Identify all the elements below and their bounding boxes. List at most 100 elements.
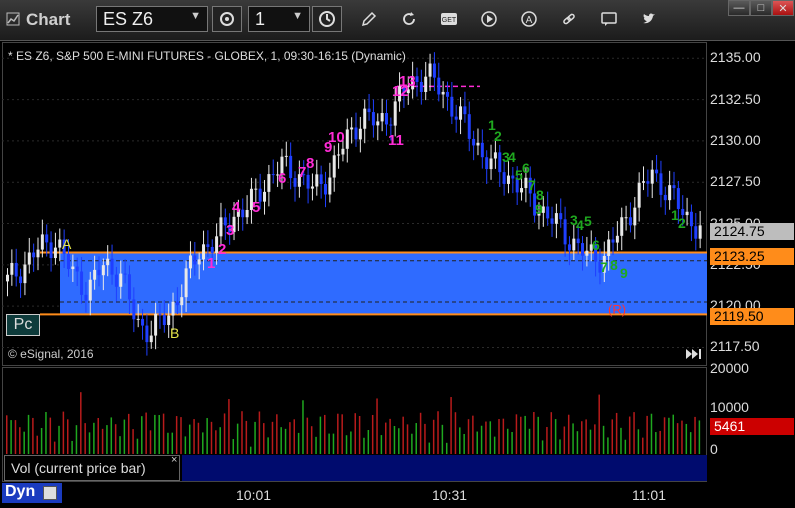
volume-bar — [524, 415, 526, 454]
candle-body — [136, 318, 140, 320]
minimize-button[interactable]: — — [728, 0, 750, 16]
volume-bar — [506, 428, 509, 454]
volume-bar — [602, 425, 605, 454]
price-tick: 2135.00 — [710, 49, 761, 66]
volume-bar — [450, 397, 452, 454]
candle-body — [188, 255, 192, 269]
volume-bar — [119, 436, 121, 454]
volume-bar — [10, 420, 12, 454]
volume-bar — [585, 419, 587, 454]
candle-body — [642, 181, 646, 183]
pencil-draw-icon[interactable] — [360, 10, 378, 28]
volume-bar — [232, 439, 235, 454]
volume-bar — [554, 419, 557, 454]
pc-level-label[interactable]: Pc — [6, 314, 40, 336]
volume-bar — [380, 435, 383, 454]
price-tick: 2132.50 — [710, 90, 761, 107]
svg-text:GET: GET — [442, 17, 457, 24]
volume-bar — [341, 414, 343, 454]
candle-body — [371, 112, 375, 126]
volume-bar — [332, 433, 335, 454]
interval-select[interactable]: 1 ▼ — [248, 6, 310, 32]
time-tick: 11:01 — [632, 487, 666, 503]
candle-body — [358, 128, 362, 140]
time-axis[interactable] — [0, 482, 795, 508]
chart-info-title: * ES Z6, S&P 500 E-MINI FUTURES - GLOBEX… — [8, 49, 406, 63]
volume-bar — [411, 433, 413, 454]
volume-bar — [49, 417, 52, 454]
candle-body — [14, 262, 18, 277]
volume-bar — [202, 432, 204, 454]
volume-bar — [633, 412, 635, 454]
candle-body — [75, 266, 79, 272]
candle-body — [668, 185, 672, 201]
candle-body — [36, 249, 40, 258]
volume-legend[interactable]: Vol (current price bar) — [4, 455, 180, 481]
candle-body — [585, 250, 589, 256]
volume-bar — [245, 420, 248, 454]
volume-bar — [284, 428, 287, 454]
volume-bar — [289, 422, 291, 454]
alert-icon[interactable]: A — [520, 10, 538, 28]
vol-tick-10000: 10000 — [710, 399, 749, 415]
candle-body — [384, 113, 388, 125]
volume-bar — [689, 432, 692, 454]
volume-bar — [127, 413, 130, 454]
volume-bar — [607, 437, 609, 454]
lock-icon[interactable] — [43, 486, 57, 500]
volume-bar — [663, 417, 666, 454]
interval-value: 1 — [255, 9, 266, 29]
candle-body — [40, 234, 44, 250]
candle-body — [271, 174, 275, 176]
setup-count-green: 9 — [535, 201, 543, 217]
refresh-icon[interactable] — [400, 10, 418, 28]
twitter-icon[interactable] — [640, 10, 658, 28]
settings-button[interactable] — [212, 6, 242, 32]
volume-bar — [624, 439, 627, 454]
volume-bar — [367, 429, 370, 454]
volume-bar — [502, 418, 505, 454]
link-icon[interactable] — [560, 10, 578, 28]
candle-body — [341, 148, 345, 155]
candle-body — [132, 299, 136, 320]
candle-body — [110, 258, 114, 275]
setup-count-green: 2 — [678, 215, 686, 231]
play-icon[interactable] — [480, 10, 498, 28]
volume-bar — [114, 424, 117, 454]
candle-body — [524, 177, 528, 189]
volume-bar — [45, 412, 47, 454]
candle-body — [620, 217, 624, 236]
volume-bar — [53, 441, 56, 454]
candle-body — [284, 155, 288, 157]
close-button[interactable]: ✕ — [772, 0, 794, 16]
candle-body — [559, 213, 563, 220]
candle-body — [498, 152, 502, 173]
volume-bar — [498, 419, 500, 454]
candle-body — [550, 218, 554, 224]
scroll-forward-icon[interactable] — [686, 348, 702, 360]
symbol-select[interactable]: ES Z6 ▼ — [96, 6, 208, 32]
volume-bar — [293, 419, 296, 454]
volume-bar — [175, 416, 178, 454]
volume-bar — [463, 433, 465, 454]
volume-bar — [515, 414, 518, 454]
volume-bar — [197, 422, 200, 454]
clock-button[interactable] — [312, 6, 342, 32]
candle-body — [101, 265, 105, 276]
volume-bar — [23, 431, 25, 454]
close-study-icon[interactable]: × — [171, 454, 177, 466]
label-b: B — [170, 325, 180, 341]
volume-bar — [158, 415, 160, 454]
volume-bar — [145, 412, 147, 454]
setup-count-magenta: 8 — [306, 155, 314, 172]
maximize-button[interactable]: □ — [750, 0, 772, 16]
setup-count-magenta: 13 — [399, 73, 416, 90]
get-data-icon[interactable]: GET — [440, 10, 458, 28]
candle-body — [633, 207, 637, 226]
volume-bar — [559, 439, 561, 454]
candle-body — [441, 91, 445, 95]
volume-bar — [572, 423, 574, 454]
comment-icon[interactable] — [600, 10, 618, 28]
volume-bar — [358, 415, 361, 454]
candle-body — [637, 182, 641, 208]
